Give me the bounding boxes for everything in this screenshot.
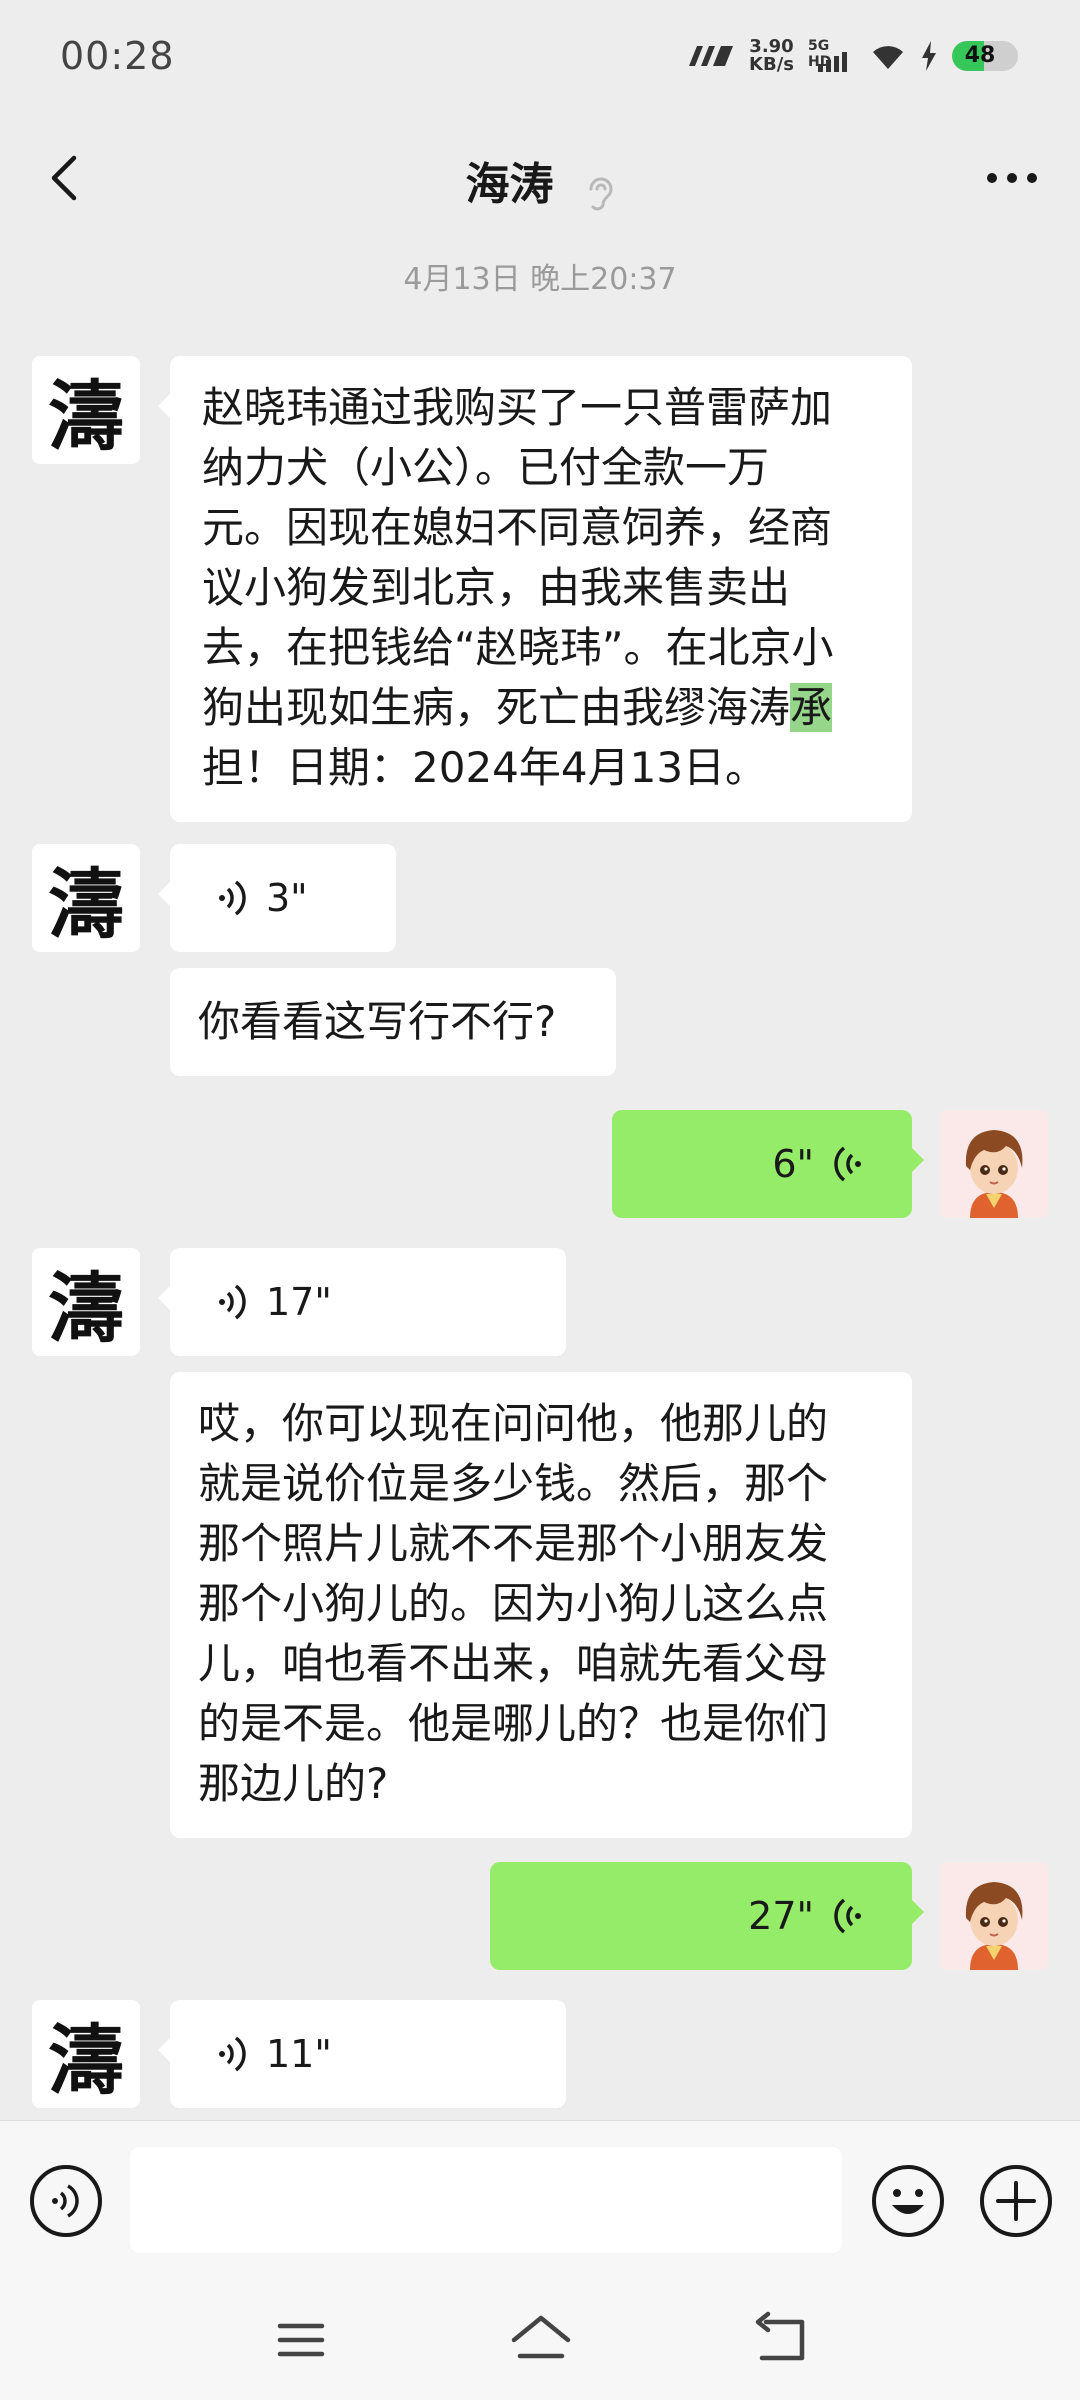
net-speed: 3.90 KB/s [749,38,794,74]
carrier-logo-icon [689,46,734,66]
contact-avatar[interactable]: 濤 [32,844,140,952]
contact-avatar[interactable]: 濤 [32,1248,140,1356]
message-line: 哎，你可以现在问问他，他那儿的 [198,1399,829,1448]
voice-wave-icon [219,880,246,916]
text-selection-highlight: 承 [790,683,833,732]
voice-duration: 11" [266,2032,332,2076]
cartoon-boy-avatar-icon [940,1862,1048,1970]
earpiece-mode-icon [589,177,613,210]
voice-wave-icon [219,2036,246,2072]
voice-wave-icon [219,1284,246,1320]
voice-wave-icon [834,1898,861,1934]
menu-icon[interactable] [266,2310,336,2370]
message-line: 去，在把钱给“赵晓玮”。在北京小 [202,623,834,672]
chat-header: 海涛 [0,120,1080,240]
my-avatar[interactable] [940,1862,1048,1970]
message-line: 担！日期：2024年4月13日。 [202,743,768,792]
message-line: 那边儿的? [198,1759,389,1808]
my-voice-message-bubble[interactable]: 6" [612,1110,924,1218]
message-line: 的是不是。他是哪儿的？也是你们 [198,1699,829,1748]
message-input-bar [0,2120,1080,2281]
message-line: 议小狗发到北京，由我来售卖出 [202,563,791,612]
message-bubble-text[interactable]: 哎，你可以现在问问他，他那儿的 就是说价位是多少钱。然后，那个 那个照片儿就不不… [170,1372,912,1838]
plus-icon[interactable] [978,2163,1054,2239]
voice-message-bubble[interactable]: 11" [158,2000,566,2108]
status-time: 00:28 [60,34,175,78]
message-line: 元。因现在媳妇不同意饲养，经商 [202,503,833,552]
voice-duration: 3" [266,876,308,920]
message-line: 儿，咱也看不出来，咱就先看父母 [198,1639,829,1688]
message-line: 就是说价位是多少钱。然后，那个 [198,1459,829,1508]
battery-level: 48 [964,43,996,68]
message-bubble-text[interactable]: 你看看这写行不行? [170,968,616,1076]
voice-duration: 6" [772,1142,814,1186]
message-line: 狗出现如生病，死亡由我缪海涛承 [202,683,833,732]
voice-message-bubble[interactable]: 3" [158,844,396,952]
my-voice-message-bubble[interactable]: 27" [490,1862,924,1970]
cartoon-boy-avatar-icon [940,1110,1048,1218]
net-speed-unit: KB/s [749,54,794,75]
voice-input-icon[interactable] [28,2163,104,2239]
message-line: 纳力犬（小公）。已付全款一万 [202,443,770,492]
home-icon[interactable] [506,2310,576,2370]
chat-area[interactable]: 4月13日 晚上20:37 濤 赵晓玮通过我购买了一只普雷萨加 纳力犬（小公）。… [0,240,1080,2120]
wifi-icon [873,46,903,69]
message-line: 那个小狗儿的。因为小狗儿这么点 [198,1579,829,1628]
battery-icon: 48 [952,41,1018,71]
voice-duration: 17" [266,1280,332,1324]
message-text-input[interactable] [130,2147,842,2253]
message-timestamp: 4月13日 晚上20:37 [403,262,677,297]
status-icons: 3.90 KB/s 5G HD 48 [687,38,1018,74]
contact-avatar[interactable]: 濤 [32,356,140,464]
charging-icon [922,41,936,71]
more-options-icon[interactable] [982,156,1042,200]
cellular-signal-icon: 5G HD [808,38,856,74]
emoji-icon[interactable] [870,2163,946,2239]
back-nav-icon[interactable] [746,2310,816,2370]
chat-title-area: 海涛 [0,148,1080,215]
message-bubble-text[interactable]: 赵晓玮通过我购买了一只普雷萨加 纳力犬（小公）。已付全款一万 元。因现在媳妇不同… [158,356,912,822]
voice-message-bubble[interactable]: 17" [158,1248,566,1356]
message-line: 赵晓玮通过我购买了一只普雷萨加 [202,383,833,432]
system-navigation-bar [0,2280,1080,2400]
my-avatar[interactable] [940,1110,1048,1218]
chat-title: 海涛 [465,159,554,210]
status-bar: 00:28 3.90 KB/s 5G HD 48 [0,0,1080,120]
message-line: 那个照片儿就不不是那个小朋友发 [198,1519,829,1568]
voice-duration: 27" [748,1894,814,1938]
contact-avatar[interactable]: 濤 [32,2000,140,2108]
message-text: 你看看这写行不行? [198,997,557,1046]
voice-wave-icon [834,1146,861,1182]
